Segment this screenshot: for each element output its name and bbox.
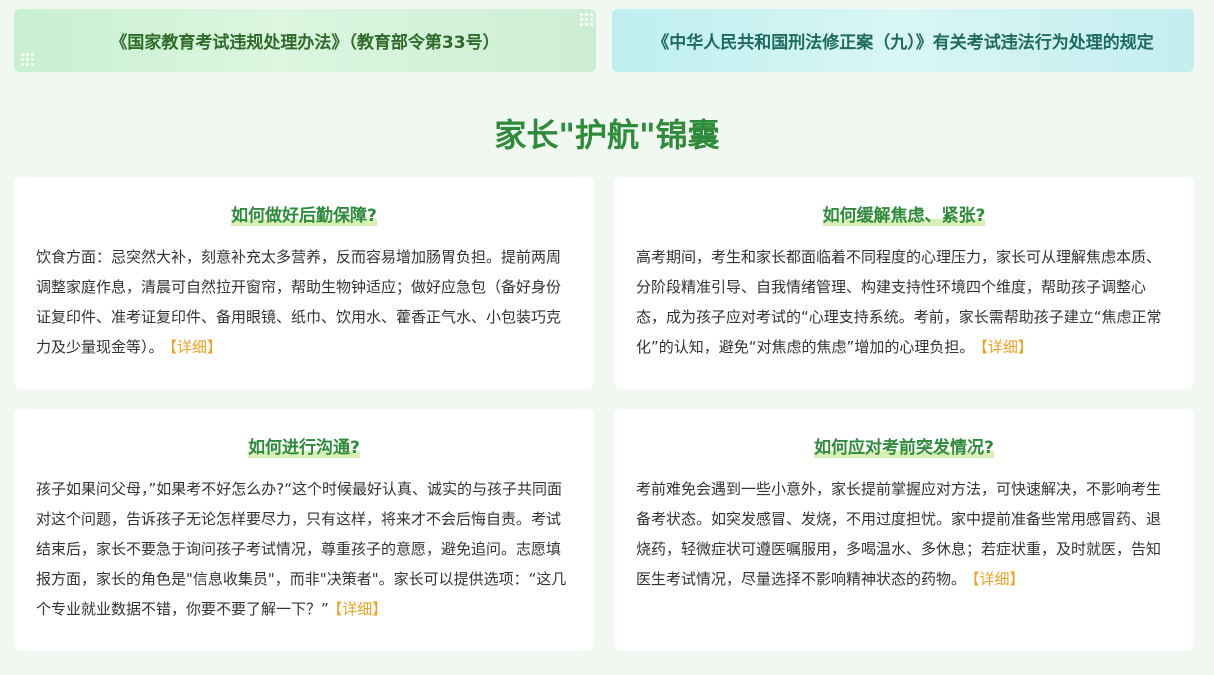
detail-link[interactable]: 【详细】 [170, 338, 223, 356]
banner-right-label: 《中华人民共和国刑法修正案（九）》有关考试违法行为处理的规定 [652, 33, 1154, 53]
card-body-text: 高考期间，考生和家长都面临着不同程度的心理压力，家长可从理解焦虑本质、分阶段精准… [636, 248, 1162, 356]
card-title: 如何做好后勤保障? [36, 201, 572, 226]
card-title-text: 如何进行沟通? [248, 438, 360, 458]
banner-left-label: 《国家教育考试违规处理办法》（教育部令第33号） [110, 33, 500, 53]
banner-exam-regulation[interactable]: 《国家教育考试违规处理办法》（教育部令第33号） [14, 9, 596, 72]
detail-link[interactable]: 【详细】 [980, 338, 1033, 356]
detail-link[interactable]: 【详细】 [335, 600, 388, 618]
card-body-text: 孩子如果问父母，”如果考不好怎么办?“这个时候最好认真、诚实的与孩子共同面对这个… [36, 480, 567, 618]
card-body: 高考期间，考生和家长都面临着不同程度的心理压力，家长可从理解焦虑本质、分阶段精准… [636, 242, 1172, 362]
card-title: 如何应对考前突发情况? [636, 433, 1172, 458]
card-body: 饮食方面：忌突然大补，刻意补充太多营养，反而容易增加肠胃负担。提前两周调整家庭作… [36, 242, 572, 362]
dot-pattern-decoration [579, 12, 593, 26]
card-emergencies: 如何应对考前突发情况? 考前难免会遇到一些小意外，家长提前掌握应对方法，可快速解… [614, 409, 1194, 651]
card-title: 如何缓解焦虑、紧张? [636, 201, 1172, 226]
section-title: 家长"护航"锦囊 [494, 116, 720, 154]
card-title-text: 如何应对考前突发情况? [814, 438, 994, 458]
card-body: 孩子如果问父母，”如果考不好怎么办?“这个时候最好认真、诚实的与孩子共同面对这个… [36, 474, 572, 624]
card-title: 如何进行沟通? [36, 433, 572, 458]
card-body-text: 饮食方面：忌突然大补，刻意补充太多营养，反而容易增加肠胃负担。提前两周调整家庭作… [36, 248, 562, 356]
dot-pattern-decoration [20, 52, 34, 66]
card-body: 考前难免会遇到一些小意外，家长提前掌握应对方法，可快速解决，不影响考生备考状态。… [636, 474, 1172, 594]
card-title-text: 如何缓解焦虑、紧张? [822, 206, 986, 226]
card-anxiety: 如何缓解焦虑、紧张? 高考期间，考生和家长都面临着不同程度的心理压力，家长可从理… [614, 177, 1194, 389]
card-logistics: 如何做好后勤保障? 饮食方面：忌突然大补，刻意补充太多营养，反而容易增加肠胃负担… [14, 177, 594, 389]
card-body-text: 考前难免会遇到一些小意外，家长提前掌握应对方法，可快速解决，不影响考生备考状态。… [636, 480, 1162, 588]
card-title-text: 如何做好后勤保障? [231, 206, 377, 226]
detail-link[interactable]: 【详细】 [972, 570, 1025, 588]
banner-criminal-law[interactable]: 《中华人民共和国刑法修正案（九）》有关考试违法行为处理的规定 [612, 9, 1194, 72]
card-communication: 如何进行沟通? 孩子如果问父母，”如果考不好怎么办?“这个时候最好认真、诚实的与… [14, 409, 594, 651]
